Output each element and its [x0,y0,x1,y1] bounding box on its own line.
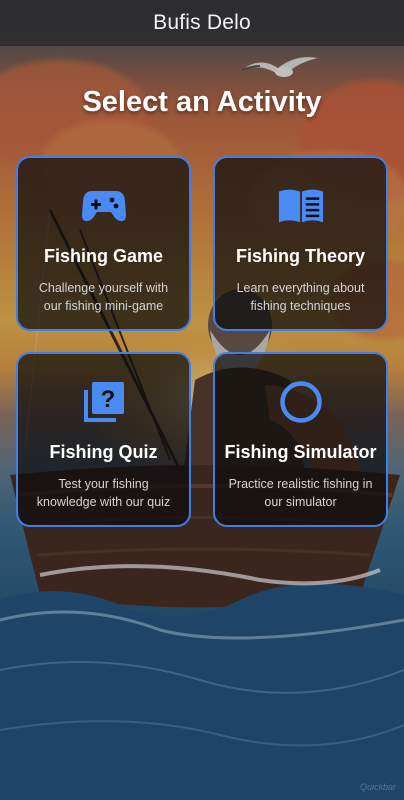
card-title: Fishing Game [43,246,164,266]
card-description: Test your fishing knowledge with our qui… [36,477,171,509]
card-title: Fishing Theory [235,246,365,266]
card-description: Learn everything about fishing technique… [236,281,365,313]
gamepad-icon [80,182,128,230]
circle-icon [277,378,325,426]
fishing-simulator-card[interactable]: Fishing Simulator Practice realistic fis… [213,352,388,527]
app-title: Bufis Delo [153,11,251,34]
card-description: Practice realistic fishing in our simula… [228,477,373,509]
fishing-theory-card[interactable]: Fishing Theory Learn everything about fi… [213,156,388,331]
card-title: Fishing Simulator [224,442,377,462]
svg-text:?: ? [100,386,115,413]
quiz-icon: ? [80,378,128,426]
card-title: Fishing Quiz [49,442,158,462]
page-heading: Select an Activity [82,86,322,118]
app-bar: Bufis Delo [0,0,404,46]
fishing-quiz-card[interactable]: ? Fishing Quiz Test your fishing knowled… [16,352,191,527]
fishing-game-card[interactable]: Fishing Game Challenge yourself with our… [16,156,191,331]
book-icon [277,182,325,230]
card-description: Challenge yourself with our fishing mini… [38,281,169,313]
